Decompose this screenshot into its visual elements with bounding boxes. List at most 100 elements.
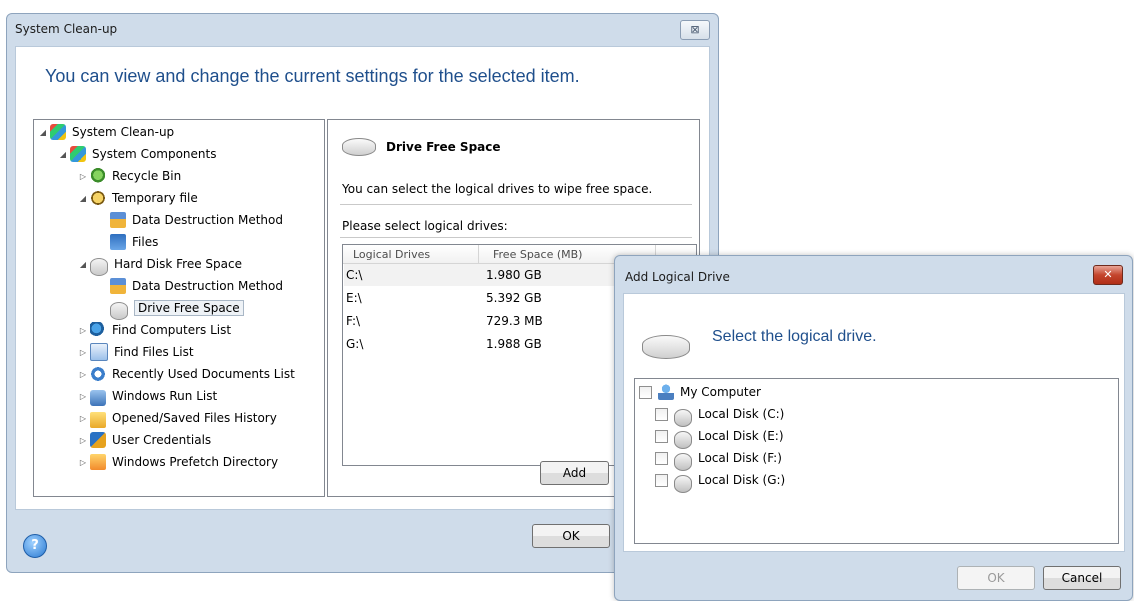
close-icon: ✕ — [1103, 268, 1113, 281]
checkbox-my-computer[interactable] — [639, 385, 652, 399]
tree-item-find-computers-list[interactable]: ▷ Find Computers List — [78, 320, 231, 340]
ok-button[interactable]: OK — [957, 566, 1035, 590]
disk-icon — [642, 335, 690, 359]
system-cleanup-dialog: System Clean-up ⊠ You can view and chang… — [6, 13, 719, 573]
tree-label: Windows Run List — [112, 389, 218, 403]
tree-item-data-destruction-method[interactable]: Data Destruction Method — [110, 210, 283, 230]
checkbox-local-disk-e[interactable] — [655, 429, 668, 443]
expander-icon[interactable]: ◢ — [38, 128, 48, 137]
expander-icon[interactable]: ▷ — [78, 392, 88, 401]
disk-icon — [674, 475, 692, 493]
tree-label: Windows Prefetch Directory — [112, 455, 279, 469]
find-files-icon — [90, 343, 108, 361]
tree-label: Recently Used Documents List — [112, 367, 295, 381]
tree-label: Opened/Saved Files History — [112, 411, 277, 425]
drive-cell: C:\ — [346, 268, 363, 282]
panel-heading: Drive Free Space — [342, 138, 501, 156]
dialog-content: You can view and change the current sett… — [15, 46, 710, 510]
tree-label: Local Disk (F:) — [698, 451, 782, 465]
panel-title: Drive Free Space — [386, 140, 501, 154]
computer-icon — [658, 384, 674, 400]
window-title: Add Logical Drive — [625, 270, 730, 284]
tree-item-files[interactable]: Files — [110, 232, 158, 252]
tree-item-recently-used-documents-list[interactable]: ▷ Recently Used Documents List — [78, 364, 295, 384]
checkbox-local-disk-c[interactable] — [655, 407, 668, 421]
tree-label: Drive Free Space — [134, 300, 244, 316]
flag-icon — [50, 124, 66, 140]
divider — [340, 204, 692, 205]
tree-item-user-credentials[interactable]: ▷ User Credentials — [78, 430, 211, 450]
help-icon[interactable]: ? — [23, 534, 47, 558]
tree-item-recycle-bin[interactable]: ▷ Recycle Bin — [78, 166, 181, 186]
expander-icon[interactable]: ▷ — [78, 414, 88, 423]
tree-label: Local Disk (E:) — [698, 429, 784, 443]
drive-cell: E:\ — [346, 291, 362, 305]
tree-item-drive-free-space[interactable]: Drive Free Space — [110, 298, 244, 320]
user-credentials-icon — [90, 432, 106, 448]
expander-icon[interactable]: ▷ — [78, 436, 88, 445]
shredder-icon — [110, 212, 126, 228]
tree-item-my-computer[interactable]: My Computer — [639, 382, 761, 402]
column-separator[interactable] — [478, 245, 479, 263]
tree-item-local-disk-c[interactable]: Local Disk (C:) — [655, 404, 784, 427]
tree-item-local-disk-g[interactable]: Local Disk (G:) — [655, 470, 785, 493]
expander-icon[interactable]: ◢ — [58, 150, 68, 159]
expander-icon[interactable]: ▷ — [78, 172, 88, 181]
expander-icon[interactable]: ▷ — [78, 348, 88, 357]
tree-item-windows-prefetch-directory[interactable]: ▷ Windows Prefetch Directory — [78, 452, 278, 472]
tree-item-data-destruction-method-2[interactable]: Data Destruction Method — [110, 276, 283, 296]
tree-label: Files — [132, 235, 159, 249]
prefetch-icon — [90, 454, 106, 470]
tree-label: My Computer — [680, 385, 761, 399]
tree-label: Recycle Bin — [112, 169, 182, 183]
disk-icon — [674, 409, 692, 427]
settings-tree: ◢ System Clean-up ◢ System Components ▷ … — [33, 119, 325, 497]
tree-item-local-disk-f[interactable]: Local Disk (F:) — [655, 448, 782, 471]
dialog-heading-text: Select the logical drive. — [712, 328, 877, 345]
tree-label: Hard Disk Free Space — [114, 257, 242, 271]
disk-icon — [342, 138, 376, 156]
tree-label: Find Computers List — [112, 323, 232, 337]
checkbox-local-disk-f[interactable] — [655, 451, 668, 465]
tree-item-system-components[interactable]: ◢ System Components — [58, 144, 216, 164]
close-button[interactable]: ✕ — [1093, 265, 1123, 285]
window-title: System Clean-up — [15, 22, 118, 36]
column-header-logical-drives[interactable]: Logical Drives — [353, 248, 430, 261]
add-button[interactable]: Add — [540, 461, 609, 485]
add-logical-drive-dialog: Add Logical Drive ✕ Select the logical d… — [614, 255, 1133, 601]
recycle-bin-icon — [90, 168, 106, 184]
tree-item-find-files-list[interactable]: ▷ Find Files List — [78, 342, 194, 362]
expander-icon[interactable]: ▷ — [78, 458, 88, 467]
tree-item-windows-run-list[interactable]: ▷ Windows Run List — [78, 386, 217, 406]
tree-item-local-disk-e[interactable]: Local Disk (E:) — [655, 426, 784, 449]
disk-icon — [674, 431, 692, 449]
drive-tree: My Computer Local Disk (C:) Local Disk (… — [634, 378, 1119, 544]
free-space-cell: 1.988 GB — [486, 337, 542, 351]
dialog-content: Select the logical drive. My Computer Lo… — [623, 293, 1125, 552]
close-button[interactable]: ⊠ — [680, 20, 710, 40]
tree-item-temporary-file[interactable]: ◢ Temporary file — [78, 188, 198, 208]
ok-button[interactable]: OK — [532, 524, 610, 548]
files-icon — [110, 234, 126, 250]
free-space-cell: 1.980 GB — [486, 268, 542, 282]
expander-icon[interactable]: ▷ — [78, 326, 88, 335]
tree-item-hard-disk-free-space[interactable]: ◢ Hard Disk Free Space — [78, 254, 242, 276]
cancel-button[interactable]: Cancel — [1043, 566, 1121, 590]
free-space-cell: 729.3 MB — [486, 314, 543, 328]
tree-label: Temporary file — [112, 191, 198, 205]
tree-item-opened-saved-files-history[interactable]: ▷ Opened/Saved Files History — [78, 408, 277, 428]
checkbox-local-disk-g[interactable] — [655, 473, 668, 487]
folder-icon — [90, 412, 106, 428]
expander-icon[interactable]: ◢ — [78, 194, 88, 203]
tree-item-system-cleanup[interactable]: ◢ System Clean-up — [38, 122, 174, 142]
shredder-icon — [110, 278, 126, 294]
expander-icon[interactable]: ▷ — [78, 370, 88, 379]
titlebar: System Clean-up ⊠ — [7, 14, 718, 44]
close-icon: ⊠ — [690, 23, 700, 36]
page-headline: You can view and change the current sett… — [45, 66, 580, 86]
tree-label: Data Destruction Method — [132, 279, 283, 293]
column-header-free-space[interactable]: Free Space (MB) — [493, 248, 582, 261]
drive-cell: G:\ — [346, 337, 364, 351]
recent-documents-icon — [90, 366, 106, 382]
expander-icon[interactable]: ◢ — [78, 260, 88, 269]
